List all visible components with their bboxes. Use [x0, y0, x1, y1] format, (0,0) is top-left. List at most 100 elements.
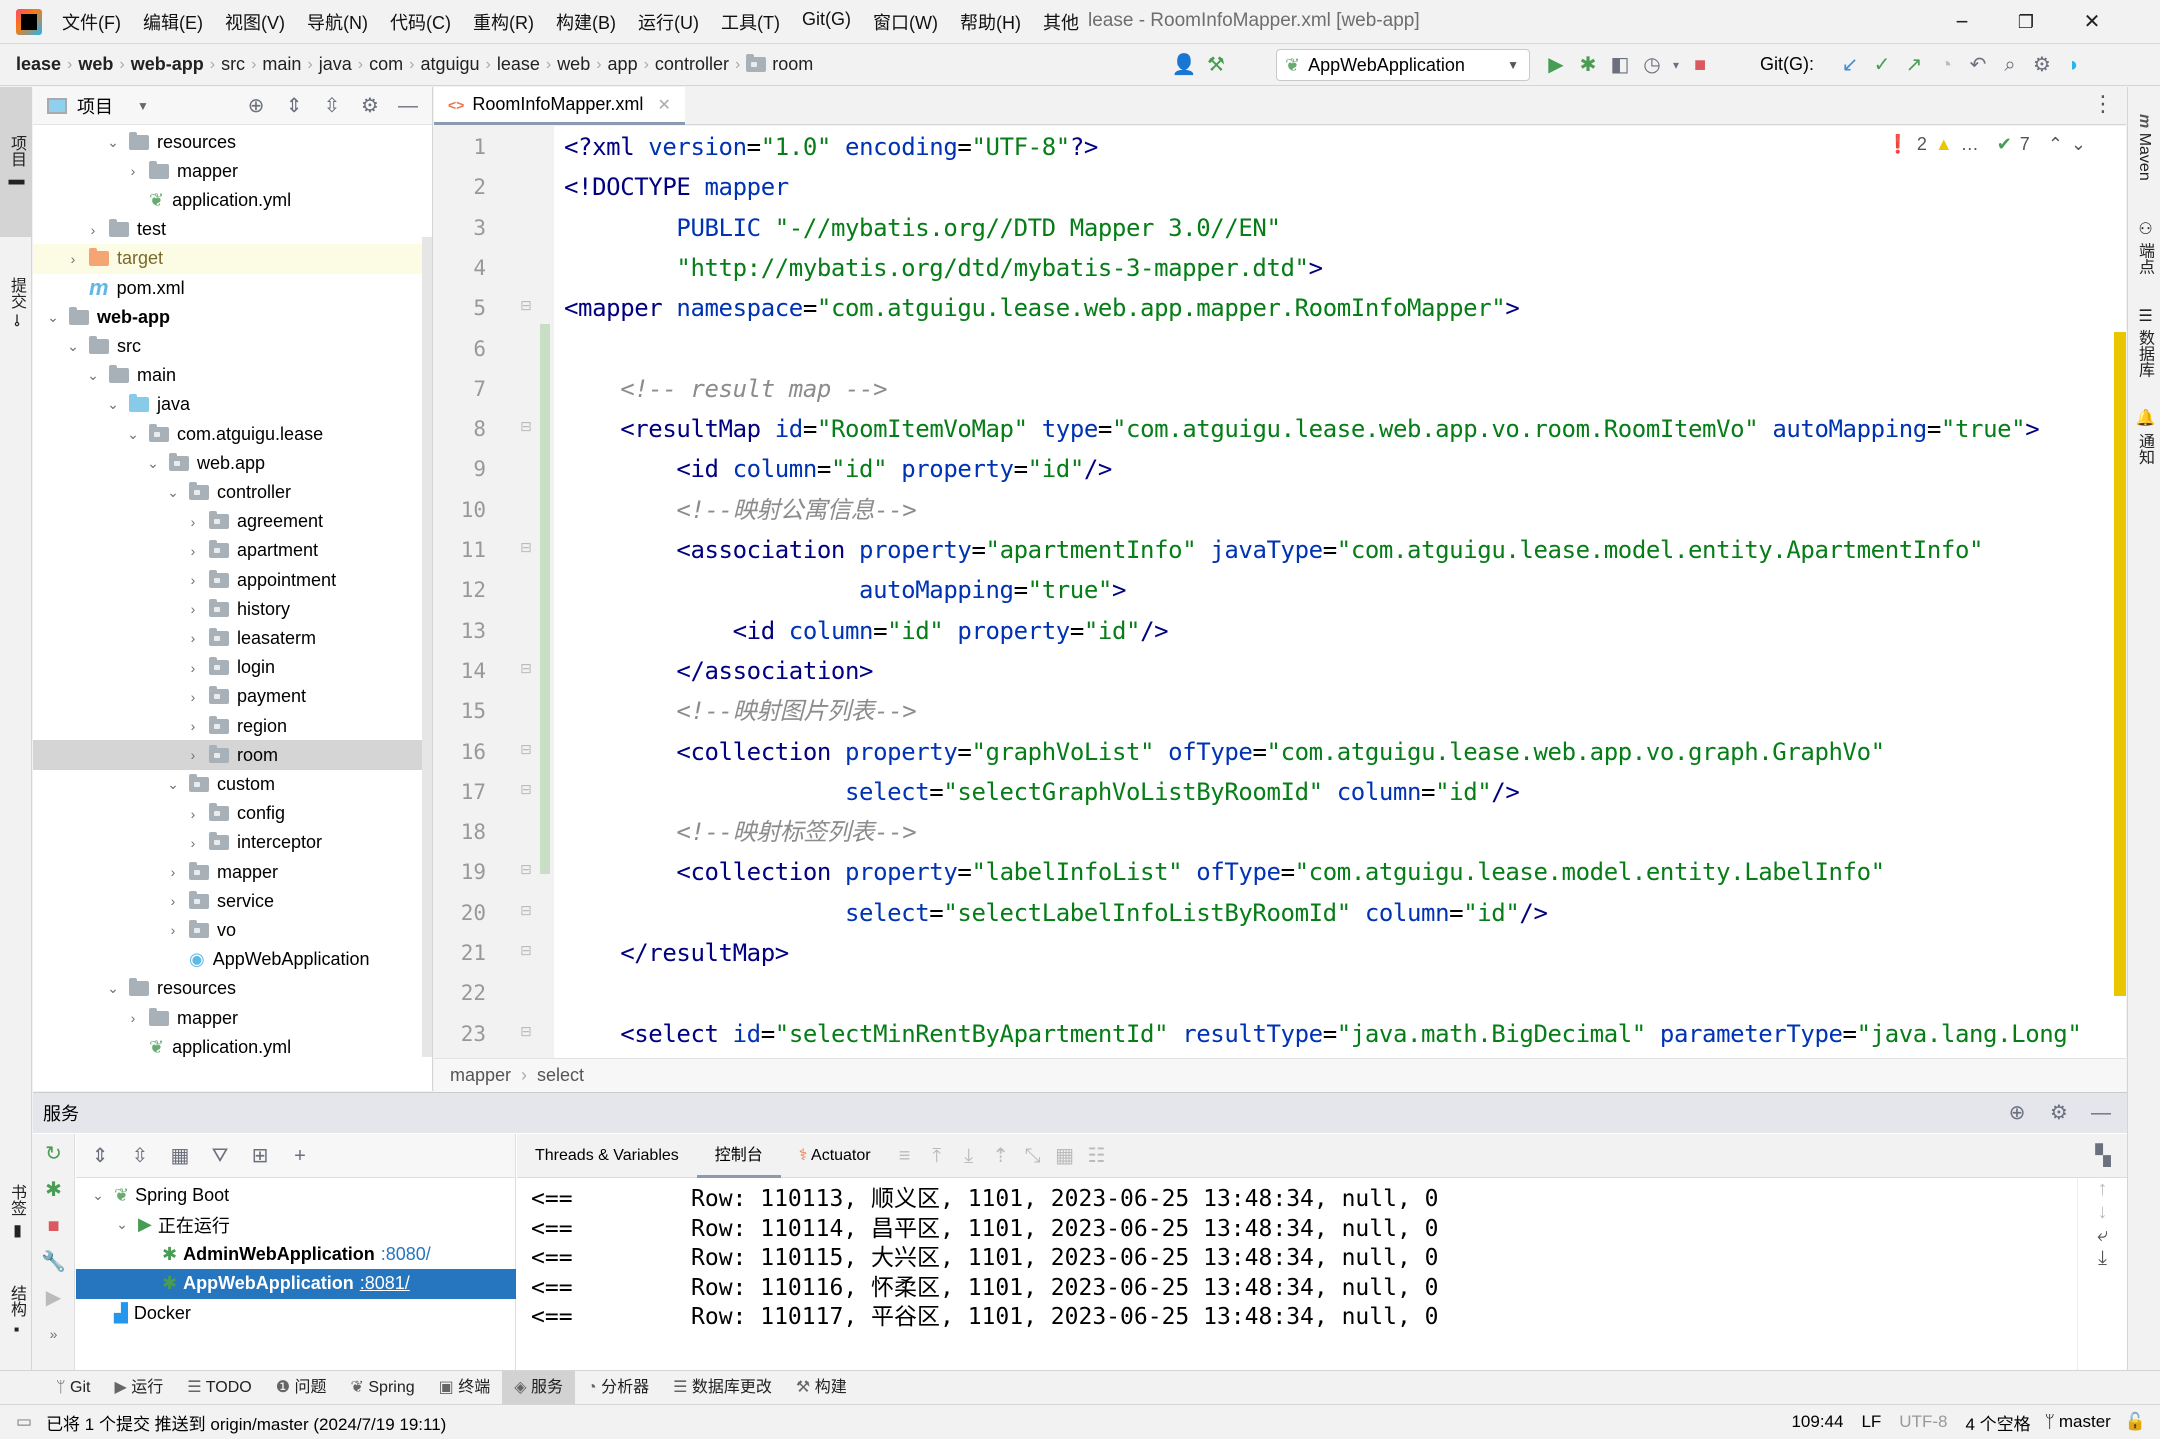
- error-stripe[interactable]: [2114, 332, 2126, 996]
- inspection-widget[interactable]: ❗ 2 ▲ … ✔ 7 ⌃ ⌄: [1886, 134, 2086, 155]
- tree-item-service[interactable]: › service: [33, 886, 431, 916]
- code-line[interactable]: <select id="selectMinRentByApartmentId" …: [564, 1014, 2082, 1054]
- breadcrumb-item[interactable]: select: [537, 1065, 584, 1086]
- tree-item-room[interactable]: › room: [33, 740, 431, 771]
- chevron-right-icon[interactable]: ›: [163, 922, 183, 938]
- menu-item[interactable]: 工具(T): [721, 9, 780, 35]
- breadcrumb-item[interactable]: app: [608, 54, 638, 75]
- tool-window-spring[interactable]: ❦ Spring: [339, 1371, 427, 1405]
- debug-icon[interactable]: ✱: [1572, 49, 1604, 81]
- tool-tab-endpoints[interactable]: ⚇ 端点: [2128, 207, 2160, 287]
- code-line[interactable]: <id column="id" property="id"/>: [564, 611, 1169, 651]
- tree-item-payment[interactable]: › payment: [33, 682, 431, 712]
- chevron-down-icon[interactable]: ⌄: [103, 396, 123, 413]
- menu-item[interactable]: Git(G): [802, 9, 851, 35]
- status-message[interactable]: 已将 1 个提交 推送到 origin/master (2024/7/19 19…: [46, 1410, 446, 1435]
- add-service-icon[interactable]: +: [284, 1140, 316, 1172]
- fold-marker-icon[interactable]: ⊟: [520, 861, 532, 878]
- tree-item-web-app[interactable]: ⌄ web-app: [33, 302, 431, 332]
- file-encoding[interactable]: UTF-8: [1899, 1412, 1947, 1432]
- locate-icon[interactable]: ⊕: [2001, 1097, 2033, 1129]
- chevron-right-icon[interactable]: ›: [183, 660, 203, 676]
- service-port-link[interactable]: :8080/: [381, 1244, 431, 1265]
- fold-marker-icon[interactable]: ⊟: [520, 902, 532, 919]
- tree-item-application-yml[interactable]: ❦ application.yml: [33, 185, 431, 215]
- tool-window-problems[interactable]: ❶ 问题: [264, 1371, 339, 1405]
- menu-item[interactable]: 编辑(E): [143, 9, 203, 35]
- chevron-right-icon[interactable]: ›: [123, 163, 143, 179]
- chevron-right-icon[interactable]: ›: [163, 864, 183, 880]
- previous-highlight-icon[interactable]: ⌃: [2048, 134, 2063, 155]
- tool-tab-structure[interactable]: 结构 ▪: [0, 1267, 32, 1357]
- tree-item-application-yml[interactable]: ❦ application.yml: [33, 1032, 431, 1062]
- coverage-icon[interactable]: ◧: [1604, 49, 1636, 81]
- breadcrumb-item[interactable]: mapper: [450, 1065, 511, 1086]
- tool-window-list[interactable]: ☰ TODO: [175, 1371, 263, 1405]
- chevron-down-icon[interactable]: ⌄: [163, 776, 183, 793]
- code-line[interactable]: </resultMap>: [564, 933, 789, 973]
- tree-item-agreement[interactable]: › agreement: [33, 507, 431, 537]
- collapse-all-icon[interactable]: ⇳: [124, 1140, 156, 1172]
- tree-item-target[interactable]: › target: [33, 243, 431, 274]
- fold-marker-icon[interactable]: ⊟: [520, 781, 532, 798]
- close-tab-icon[interactable]: ✕: [657, 95, 670, 115]
- tree-item-interceptor[interactable]: › interceptor: [33, 828, 431, 858]
- code-line[interactable]: <mapper namespace="com.atguigu.lease.web…: [564, 288, 1520, 328]
- tool-tab-project[interactable]: 项目 ▬: [0, 87, 32, 237]
- rerun-icon[interactable]: ↻: [38, 1138, 70, 1170]
- restore-button[interactable]: ❐: [1996, 4, 2056, 40]
- expand-all-icon[interactable]: ⇕: [84, 1140, 116, 1172]
- fold-marker-icon[interactable]: ⊟: [520, 741, 532, 758]
- tool-tab-commit[interactable]: 提交 ⊸: [0, 247, 32, 357]
- settings-gear-icon[interactable]: ⚙: [2043, 1097, 2075, 1129]
- chevron-down-icon[interactable]: ⌄: [112, 1216, 132, 1233]
- tree-item-mapper[interactable]: › mapper: [33, 1003, 431, 1033]
- menu-item[interactable]: 运行(U): [638, 9, 699, 35]
- chevron-right-icon[interactable]: ›: [83, 222, 103, 238]
- fold-marker-icon[interactable]: ⊟: [520, 297, 532, 314]
- tree-item-mapper[interactable]: › mapper: [33, 857, 431, 887]
- service-port-link[interactable]: :8081/: [360, 1273, 410, 1294]
- chevron-right-icon[interactable]: ›: [183, 572, 203, 588]
- chevron-down-icon[interactable]: ⌄: [123, 426, 143, 443]
- breadcrumb-item[interactable]: controller: [655, 54, 729, 75]
- tree-item-java[interactable]: ⌄ java: [33, 390, 431, 420]
- chevron-right-icon[interactable]: ›: [183, 514, 203, 530]
- chevron-right-icon[interactable]: ›: [183, 689, 203, 705]
- tree-item-web-app[interactable]: ⌄ web.app: [33, 448, 431, 478]
- code-line[interactable]: <id column="id" property="id"/>: [564, 449, 1112, 489]
- code-line[interactable]: select="selectGraphVoListByRoomId" colum…: [564, 772, 1520, 812]
- user-icon[interactable]: 👤: [1168, 49, 1200, 81]
- breadcrumb-item[interactable]: src: [221, 54, 245, 75]
- chevron-down-icon[interactable]: ⌄: [103, 134, 123, 151]
- resume-icon[interactable]: ▶: [38, 1282, 70, 1314]
- menu-item[interactable]: 视图(V): [225, 9, 285, 35]
- chevron-down-icon[interactable]: ⌄: [163, 484, 183, 501]
- service-item--[interactable]: ⌄ ▶ 正在运行: [76, 1210, 516, 1240]
- chevron-down-icon[interactable]: ⌄: [63, 338, 83, 355]
- caret-position[interactable]: 109:44: [1791, 1412, 1843, 1432]
- tool-window-services[interactable]: ◈ 服务: [502, 1370, 575, 1405]
- git-branch[interactable]: master: [2059, 1412, 2111, 1432]
- tool-window-profiler[interactable]: ◔ 分析器: [575, 1371, 661, 1405]
- code-line[interactable]: </association>: [564, 651, 873, 691]
- console-tab-0[interactable]: Threads & Variables: [517, 1134, 697, 1178]
- locate-file-icon[interactable]: ⊕: [240, 90, 272, 122]
- console-tab-1[interactable]: 控制台: [696, 1134, 781, 1178]
- close-button[interactable]: ✕: [2062, 4, 2122, 40]
- tree-item-leasaterm[interactable]: › leasaterm: [33, 623, 431, 653]
- tool-window-db[interactable]: ☰ 数据库更改: [661, 1371, 784, 1405]
- menu-item[interactable]: 文件(F): [62, 9, 121, 35]
- code-line[interactable]: <resultMap id="RoomItemVoMap" type="com.…: [564, 409, 2039, 449]
- service-item-adminwebapplication[interactable]: ✱ AdminWebApplication :8080/: [76, 1239, 516, 1269]
- settings-gear-icon[interactable]: ⚙: [354, 90, 386, 122]
- tree-item-controller[interactable]: ⌄ controller: [33, 477, 431, 507]
- new-tab-icon[interactable]: ⊞: [244, 1140, 276, 1172]
- code-line[interactable]: <collection property="labelInfoList" ofT…: [564, 852, 1885, 892]
- tree-item-src[interactable]: ⌄ src: [33, 331, 431, 361]
- stop-icon[interactable]: ■: [1684, 49, 1716, 81]
- group-by-icon[interactable]: ▦: [164, 1140, 196, 1172]
- code-line[interactable]: autoMapping="true">: [564, 570, 1126, 610]
- chevron-down-icon[interactable]: ⌄: [43, 309, 63, 326]
- fold-marker-icon[interactable]: ⊟: [520, 1023, 532, 1040]
